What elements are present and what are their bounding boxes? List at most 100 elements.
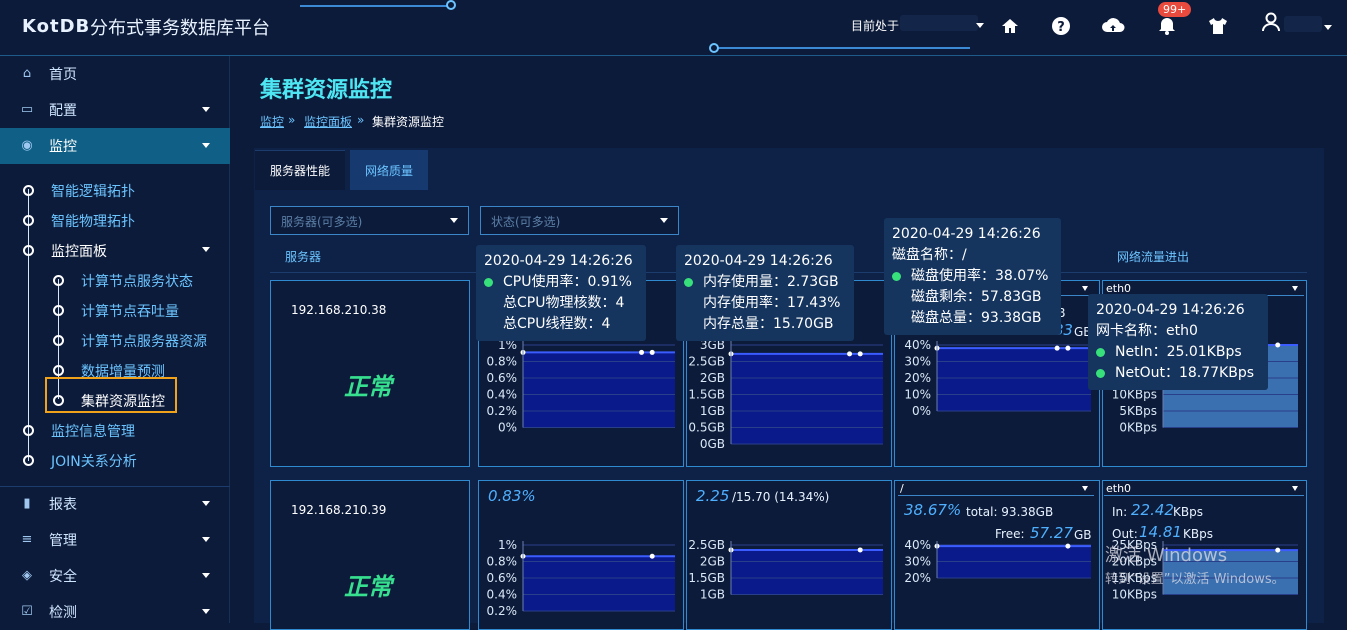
sidebar-item-node-status[interactable]: 计算节点服务状态 [81,271,193,291]
cpu-chart: 1% 0.8% 0.6% 0.4% 0.2% [487,538,675,618]
shirt-icon[interactable] [1207,16,1229,38]
disk-mount-value: / [900,482,904,495]
tooltip-line: CPU使用率：0.91% [503,274,632,290]
chevron-down-icon [1082,286,1088,291]
axis-tick-label: 0% [498,421,517,435]
axis-tick-label: 2GB [700,371,725,385]
sidebar-item-config[interactable]: ▭ 配置 [0,92,230,128]
axis-tick-label: 10KBps [1112,588,1157,602]
sidebar-item-physical-topology[interactable]: 智能物理拓扑 [51,211,135,231]
checkbox-icon: ☑ [21,604,33,619]
location-select[interactable] [900,15,978,31]
header-decoration [300,5,450,7]
tooltip-line: 内存总量：15.70GB [703,316,834,332]
axis-tick-label: 2GB [700,555,725,569]
svg-text:?: ? [1057,20,1065,35]
chevron-down-icon[interactable] [1324,25,1332,30]
tree-line [28,189,29,461]
sidebar-item-monitor-panel[interactable]: 监控面板 [51,241,107,261]
sidebar-item-cluster-monitor[interactable]: 集群资源监控 [81,391,165,411]
disk-mount-select[interactable]: / [898,482,1094,496]
sidebar-item-monitor-info[interactable]: 监控信息管理 [51,421,135,441]
sidebar-item-logic-topology[interactable]: 智能逻辑拓扑 [51,181,135,201]
status-filter-select[interactable]: 状态(可多选) [480,206,679,235]
sidebar-item-check[interactable]: ☑ 检测 [0,594,230,630]
windows-watermark: 激活 Windows [1105,545,1228,566]
sidebar-item-security[interactable]: ◈ 安全 [0,558,230,594]
data-point [857,351,863,357]
page-title: 集群资源监控 [260,78,393,103]
network-iface-value: eth0 [1106,482,1132,495]
username[interactable] [1284,16,1322,32]
chevron-down-icon [202,609,210,614]
sidebar-item-label: 安全 [49,569,77,585]
tooltip-time: 2020-04-29 14:26:26 [892,226,1041,242]
sidebar-item-label: 配置 [49,103,77,119]
tooltip-time: 2020-04-29 14:26:26 [1096,302,1245,318]
axis-tick-label: 2.5GB [688,355,725,369]
tree-node-icon [53,365,64,376]
tree-node-icon [23,215,34,226]
column-header-network: 网络流量进出 [1117,250,1190,264]
axis-tick-label: 0.8% [487,355,518,369]
sidebar-item-join-analysis[interactable]: JOIN关系分析 [51,451,137,471]
disk-chart: 40% 30% 20% 10% 0% [904,338,1091,418]
user-icon[interactable] [1260,12,1282,34]
help-icon[interactable]: ? [1050,16,1072,38]
chart-area [937,348,1091,411]
breadcrumb-link[interactable]: 监控 [260,113,284,130]
sidebar-item-report[interactable]: ▮ 报表 [0,486,230,522]
axis-tick-label: 10% [904,388,931,402]
sidebar-item-node-throughput[interactable]: 计算节点吞吐量 [81,301,179,321]
sidebar-item-label: 首页 [49,67,77,83]
chart-icon: ▮ [23,496,31,511]
data-point [1065,345,1071,351]
sidebar-item-home[interactable]: ⌂ 首页 [0,56,230,92]
breadcrumb-sep: » [357,113,365,127]
disk-tooltip: 2020-04-29 14:26:26 磁盘名称：/ 磁盘使用率：38.07% … [884,218,1061,335]
cpu-chart: 1%0.8%0.6%0.4%0.2%0% [487,338,675,435]
axis-tick-label: 0.2% [487,604,518,618]
tree-node-icon [23,185,34,196]
series-dot [1096,369,1105,378]
chevron-down-icon [202,143,210,148]
chart-area [937,546,1091,578]
memory-tooltip: 2020-04-29 14:26:26 内存使用量：2.73GB 内存使用率：1… [676,245,854,341]
sidebar-item-label: 监控 [49,139,77,155]
series-dot [684,278,693,287]
sidebar-item-node-resources[interactable]: 计算节点服务器资源 [81,331,207,351]
eye-icon: ◉ [21,138,33,153]
data-point [1275,547,1281,553]
home-icon[interactable] [999,16,1021,38]
data-point [649,553,655,559]
server-filter-select[interactable]: 服务器(可多选) [270,206,469,235]
notification-badge: 99+ [1158,2,1192,17]
chevron-down-icon[interactable] [976,23,984,28]
header-decoration-dot [446,0,456,10]
tooltip-line: 磁盘使用率：38.07% [911,268,1049,284]
chevron-down-icon [1082,486,1088,491]
axis-tick-label: 0KBps [1119,421,1157,435]
sidebar-item-monitor[interactable]: ◉ 监控 [0,128,230,164]
tab-network-quality[interactable]: 网络质量 [350,150,428,190]
data-point [1054,345,1060,351]
location-label: 目前处于 [851,19,900,33]
tab-server-performance[interactable]: 服务器性能 [255,150,345,190]
cloud-upload-icon[interactable] [1101,16,1125,38]
series-dot [484,278,493,287]
sidebar-item-manage[interactable]: ≡ 管理 [0,522,230,558]
tooltip-line: 内存使用量：2.73GB [703,274,839,290]
breadcrumb-link[interactable]: 监控面板 [304,113,352,130]
bell-icon[interactable] [1156,16,1178,38]
axis-tick-label: 0GB [700,437,725,451]
home-icon: ⌂ [22,66,32,81]
tree-node-icon [23,245,34,256]
tooltip-line: NetIn：25.01KBps [1115,344,1242,360]
windows-watermark: 转到“设置”以激活 Windows。 [1105,572,1285,587]
axis-tick-label: 0.6% [487,571,518,585]
network-iface-select[interactable]: eth0 [1104,482,1304,496]
chevron-down-icon [202,501,210,506]
axis-tick-label: 2.5GB [688,538,725,552]
axis-tick-label: 1GB [700,588,725,602]
tooltip-line: 磁盘总量：93.38GB [911,310,1042,326]
